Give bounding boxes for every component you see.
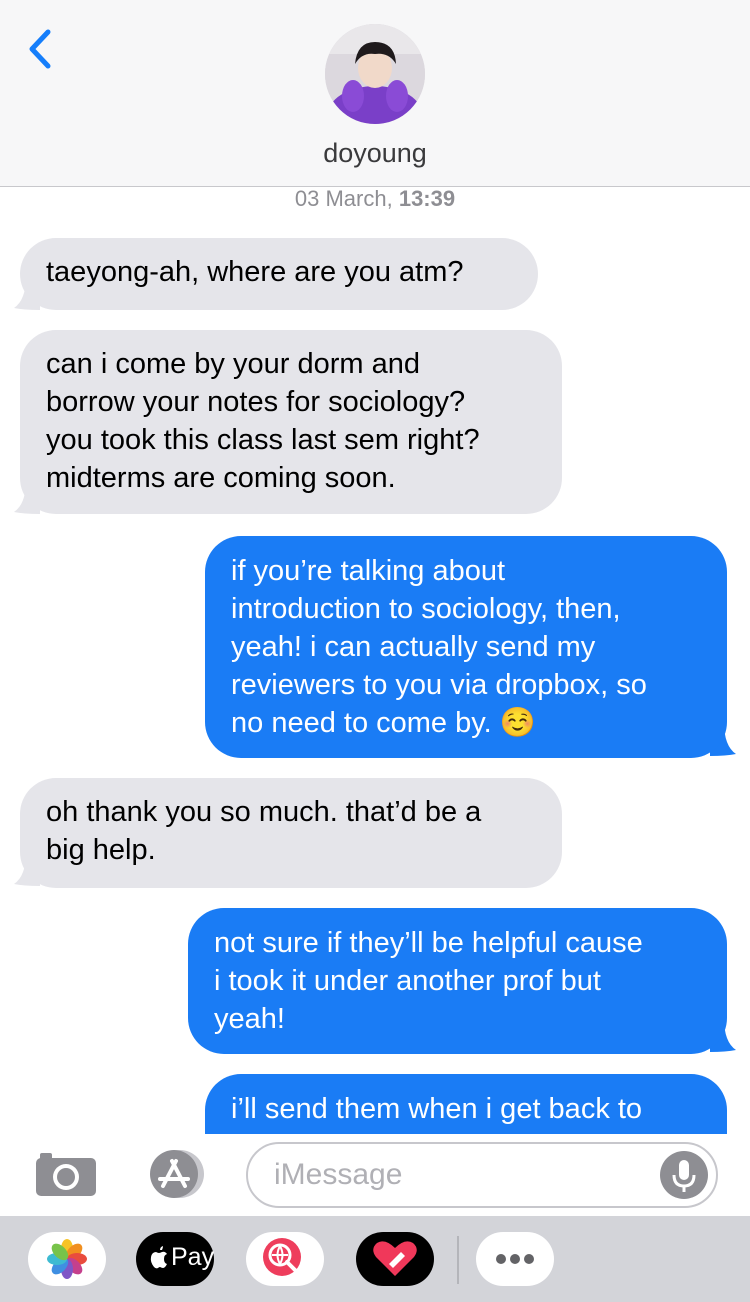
digital-touch-button[interactable] xyxy=(356,1232,434,1286)
search-images-button[interactable] xyxy=(246,1232,324,1286)
message-line: introduction to sociology, then, xyxy=(231,593,621,625)
avatar-photo xyxy=(325,24,425,124)
conversation-header: doyoung xyxy=(0,0,750,187)
message-line: borrow your notes for sociology? xyxy=(46,386,466,418)
message-line: i’ll send them when i get back to xyxy=(231,1093,643,1125)
app-store-icon[interactable] xyxy=(140,1148,212,1200)
message-bubble-outgoing[interactable]: if you’re talking about introduction to … xyxy=(205,536,727,758)
message-line: not sure if they’ll be helpful cause xyxy=(214,927,643,959)
imessage-input[interactable]: iMessage xyxy=(246,1142,718,1208)
contact-name[interactable]: doyoung xyxy=(0,138,750,169)
microphone-button[interactable] xyxy=(660,1151,708,1199)
message-bubble-incoming[interactable]: oh thank you so much. that’d be a big he… xyxy=(20,778,562,888)
message-line: oh thank you so much. that’d be a xyxy=(46,796,482,828)
message-line: can i come by your dorm and xyxy=(46,348,420,380)
apple-pay-icon xyxy=(150,1246,167,1269)
message-bubble-outgoing[interactable]: not sure if they’ll be helpful cause i t… xyxy=(188,908,727,1054)
message-line: i took it under another prof but xyxy=(214,965,601,997)
message-line: if you’re talking about xyxy=(231,555,506,587)
message-line: yeah! xyxy=(214,1003,285,1035)
message-line: midterms are coming soon. xyxy=(46,462,396,494)
timestamp-date: 03 March, xyxy=(294,186,393,211)
message-line: no need to come by. ☺️ xyxy=(231,707,536,739)
imessage-placeholder: iMessage xyxy=(274,1158,403,1191)
back-chevron-icon[interactable] xyxy=(22,26,62,72)
timestamp-time: 13:39 xyxy=(398,186,456,211)
search-images-icon xyxy=(263,1238,301,1276)
message-line: taeyong-ah, where are you atm? xyxy=(46,256,464,288)
apple-pay-button[interactable]: Pay xyxy=(136,1232,214,1286)
apple-pay-label: Pay xyxy=(171,1243,215,1271)
message-line: you took this class last sem right? xyxy=(46,424,480,456)
camera-icon[interactable] xyxy=(34,1150,98,1198)
photos-app-icon xyxy=(47,1239,87,1279)
contact-avatar[interactable] xyxy=(325,24,425,124)
message-bubble-incoming[interactable]: can i come by your dorm and borrow your … xyxy=(20,330,562,514)
more-apps-button[interactable] xyxy=(476,1232,554,1286)
digital-touch-icon xyxy=(373,1241,417,1276)
message-line: reviewers to you via dropbox, so xyxy=(231,669,647,701)
message-line: yeah! i can actually send my xyxy=(231,631,596,663)
message-timestamp: 03 March, 13:39 xyxy=(0,186,750,212)
photos-app-button[interactable] xyxy=(28,1232,106,1286)
drawer-divider xyxy=(457,1236,459,1284)
microphone-icon xyxy=(672,1160,696,1192)
message-line: big help. xyxy=(46,834,156,866)
message-bubble-incoming[interactable]: taeyong-ah, where are you atm? xyxy=(20,238,538,310)
more-apps-icon xyxy=(496,1254,534,1264)
